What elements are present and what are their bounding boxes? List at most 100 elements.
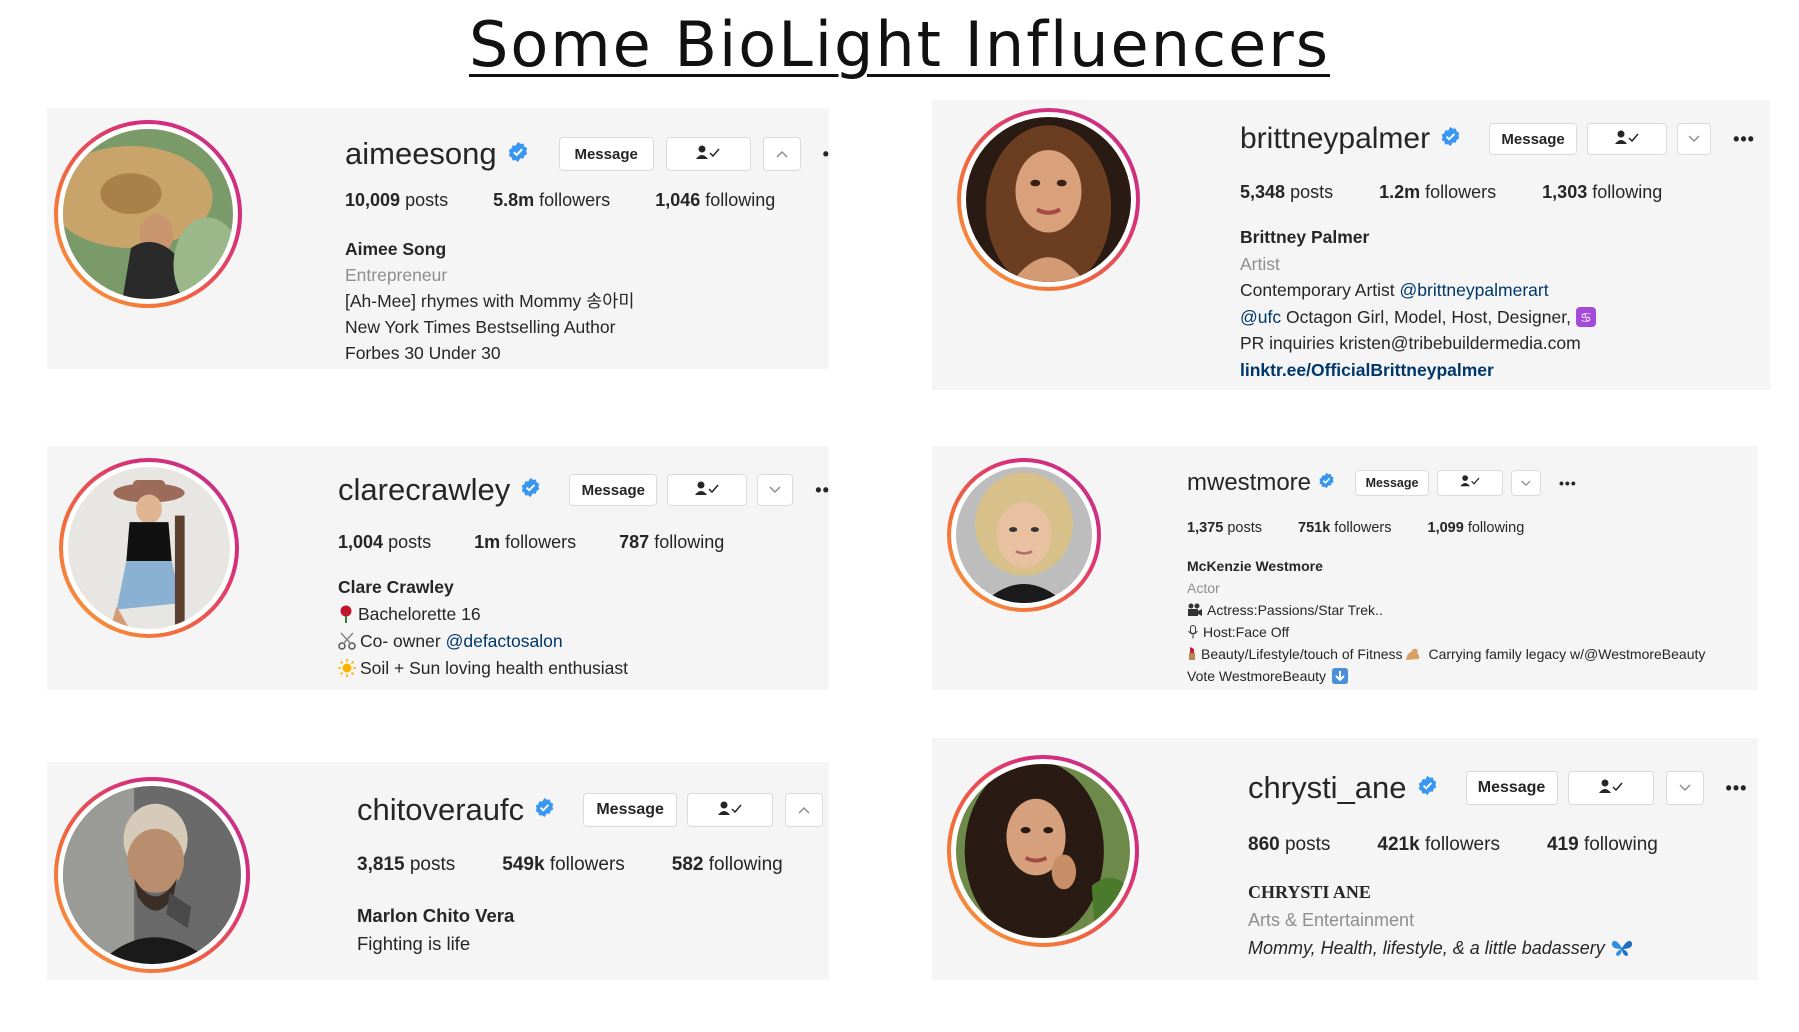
svg-text:♋: ♋ — [1580, 311, 1592, 326]
avatar[interactable] — [59, 458, 239, 638]
bio-line: Fighting is life — [357, 933, 471, 954]
category-label: Arts & Entertainment — [1248, 910, 1415, 930]
profile-bio: Clare Crawley Bachelorette 16 Co- owner … — [338, 574, 628, 682]
profile-stats: 5,348 posts 1.2m followers 1,303 followi… — [1240, 182, 1662, 203]
chevron-down-icon — [1521, 474, 1531, 492]
followers-count[interactable]: 1.2m followers — [1379, 182, 1496, 203]
chevron-down-icon — [1688, 130, 1700, 148]
suggested-toggle-button[interactable] — [757, 474, 794, 506]
more-options-icon[interactable]: ••• — [815, 480, 829, 501]
profile-card-chitoveraufc: chitoveraufc Message 3,815 posts 549k fo… — [47, 762, 829, 980]
bio-line: PR inquiries kristen@tribebuildermedia.c… — [1240, 333, 1581, 353]
posts-count[interactable]: 1,375 posts — [1187, 520, 1262, 536]
following-count[interactable]: 582 following — [672, 854, 783, 876]
chevron-up-icon — [798, 801, 810, 819]
following-count[interactable]: 1,303 following — [1542, 182, 1662, 203]
suggested-toggle-button[interactable] — [785, 793, 824, 827]
profile-photo-icon — [956, 764, 1130, 938]
posts-count[interactable]: 3,815 posts — [357, 854, 455, 876]
following-count[interactable]: 1,046 following — [655, 190, 775, 211]
message-button[interactable]: Message — [583, 793, 678, 827]
mention-link[interactable]: @ufc — [1240, 307, 1281, 327]
suggested-toggle-button[interactable] — [762, 137, 801, 171]
profile-bio: Aimee Song Entrepreneur [Ah-Mee] rhymes … — [345, 236, 634, 366]
profile-bio: Brittney Palmer Artist Contemporary Arti… — [1240, 224, 1600, 383]
suggested-toggle-button[interactable] — [1511, 470, 1542, 496]
user-check-icon — [694, 480, 720, 501]
full-name: CHRYSTI ANE — [1248, 882, 1371, 902]
bio-line: [Ah-Mee] rhymes with Mommy 송아미 — [345, 291, 635, 311]
more-options-icon[interactable]: ••• — [1726, 778, 1748, 799]
followers-count[interactable]: 5.8m followers — [493, 190, 610, 211]
avatar[interactable] — [947, 458, 1101, 612]
verified-badge-icon — [1417, 775, 1438, 801]
mention-link[interactable]: @defactosalon — [446, 631, 563, 651]
user-check-icon — [1614, 129, 1640, 150]
category-label: Artist — [1240, 253, 1280, 274]
followers-count[interactable]: 751k followers — [1298, 520, 1392, 536]
message-button[interactable]: Message — [558, 137, 654, 171]
more-options-icon[interactable]: ••• — [1559, 475, 1577, 491]
website-link[interactable]: linktr.ee/OfficialBrittneypalmer — [1240, 357, 1600, 384]
profile-bio: McKenzie Westmore Actor Actress:Passions… — [1187, 555, 1705, 687]
following-button[interactable] — [687, 793, 774, 827]
rose-icon — [338, 601, 354, 628]
posts-count[interactable]: 10,009 posts — [345, 190, 448, 211]
profile-photo-icon — [63, 786, 241, 964]
followers-count[interactable]: 1m followers — [474, 532, 576, 553]
posts-count[interactable]: 1,004 posts — [338, 532, 431, 553]
suggested-toggle-button[interactable] — [1665, 771, 1704, 805]
followers-count[interactable]: 421k followers — [1377, 834, 1500, 856]
full-name: Brittney Palmer — [1240, 227, 1370, 247]
scissors-icon — [338, 628, 356, 655]
username: chrysti_ane — [1248, 770, 1407, 805]
following-button[interactable] — [665, 137, 751, 171]
bio-line: New York Times Bestselling Author — [345, 317, 616, 337]
suggested-toggle-button[interactable] — [1677, 123, 1712, 155]
username: brittneypalmer — [1240, 122, 1431, 155]
message-button[interactable]: Message — [1465, 771, 1558, 805]
posts-count[interactable]: 5,348 posts — [1240, 182, 1333, 203]
profile-stats: 1,004 posts 1m followers 787 following — [338, 532, 724, 553]
bio-line: Vote WestmoreBeauty — [1187, 665, 1705, 687]
bio-line: Bachelorette 16 — [338, 601, 628, 628]
full-name: Aimee Song — [345, 239, 447, 259]
profile-card-clarecrawley: clarecrawley Message ••• 1,004 posts 1m … — [47, 446, 829, 690]
following-button[interactable] — [1567, 771, 1654, 805]
following-button[interactable] — [1437, 470, 1504, 496]
profile-stats: 3,815 posts 549k followers 582 following — [357, 854, 783, 876]
following-count[interactable]: 419 following — [1547, 834, 1658, 856]
username: aimeesong — [345, 136, 497, 171]
chevron-down-icon — [769, 481, 781, 499]
username: mwestmore — [1187, 469, 1312, 496]
bio-line: Co- owner @defactosalon — [338, 628, 628, 655]
full-name: Marlon Chito Vera — [357, 905, 515, 926]
avatar[interactable] — [54, 777, 250, 973]
more-options-icon[interactable]: ••• — [823, 144, 829, 165]
profile-card-chrysti_ane: chrysti_ane Message ••• 860 posts 421k f… — [932, 738, 1758, 980]
message-button[interactable]: Message — [1355, 470, 1430, 496]
category-label: Entrepreneur — [345, 265, 448, 285]
user-check-icon — [717, 800, 743, 821]
mention-link[interactable]: @brittneypalmerart — [1400, 280, 1549, 300]
following-count[interactable]: 1,099 following — [1428, 520, 1525, 536]
message-button[interactable]: Message — [1489, 123, 1578, 155]
avatar[interactable] — [947, 755, 1139, 947]
lipstick-icon — [1187, 643, 1197, 665]
following-button[interactable] — [667, 474, 748, 506]
microphone-icon — [1187, 621, 1199, 643]
posts-count[interactable]: 860 posts — [1248, 834, 1330, 856]
chevron-down-icon — [1679, 779, 1691, 797]
profile-bio: Marlon Chito Vera Fighting is life — [357, 902, 514, 958]
butterfly-icon — [1611, 934, 1633, 962]
message-button[interactable]: Message — [569, 474, 658, 506]
followers-count[interactable]: 549k followers — [502, 854, 625, 876]
following-count[interactable]: 787 following — [619, 532, 724, 553]
profile-stats: 10,009 posts 5.8m followers 1,046 follow… — [345, 190, 775, 211]
following-button[interactable] — [1587, 123, 1668, 155]
avatar[interactable] — [54, 120, 242, 308]
verified-badge-icon — [520, 477, 541, 503]
avatar[interactable] — [957, 108, 1140, 291]
more-options-icon[interactable]: ••• — [1733, 129, 1755, 150]
profile-photo-icon — [63, 129, 233, 299]
